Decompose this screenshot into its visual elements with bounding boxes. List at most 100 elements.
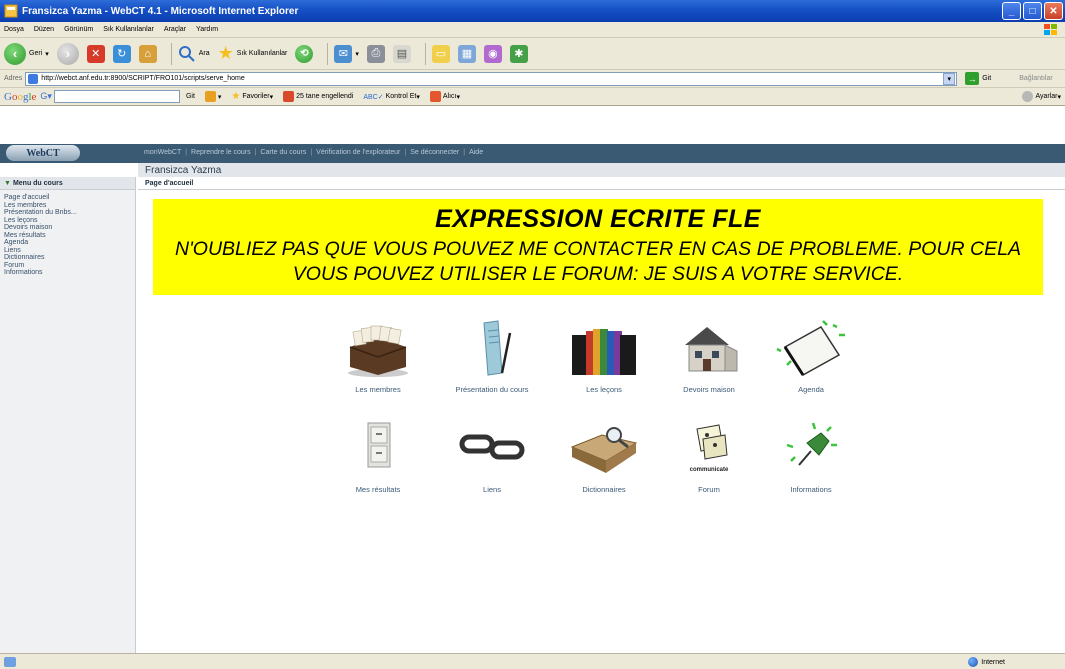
course-menu-heading[interactable]: ▼ Menu du cours: [0, 177, 135, 190]
go-button[interactable]: → Git: [965, 72, 991, 85]
sidebar-item-home[interactable]: Page d'accueil: [0, 194, 135, 202]
sidebar-item-forum[interactable]: Forum: [0, 262, 135, 270]
tool-links[interactable]: Liens: [432, 417, 552, 494]
google-go-label: Git: [185, 93, 195, 100]
folder-button[interactable]: ▭: [431, 44, 450, 63]
stop-icon: ✕: [86, 44, 105, 63]
refresh-icon: ↻: [112, 44, 131, 63]
google-search-input[interactable]: [53, 90, 180, 103]
menu-edit[interactable]: Düzen: [34, 26, 54, 33]
sidebar-item-results[interactable]: Mes résultats: [0, 232, 135, 240]
tool-dictionaries[interactable]: Dictionnaires: [544, 417, 664, 494]
nav-monwebct[interactable]: monWebCT: [144, 149, 181, 156]
tool-dictionaries-label: Dictionnaires: [582, 485, 626, 494]
navigation-toolbar: ‹ Geri ▾ › ✕ ↻ ⌂ Ara ★ Sık Kullanılanlar…: [0, 38, 1065, 70]
favorites-button[interactable]: ★ Sık Kullanılanlar: [218, 43, 288, 64]
webct-logo[interactable]: WebCT: [6, 145, 80, 161]
nav-logout[interactable]: Se déconnecter: [410, 149, 459, 156]
nav-course-map[interactable]: Carte du cours: [260, 149, 306, 156]
tool-lessons-label: Les leçons: [586, 385, 622, 394]
address-url: http://webct.anf.edu.tr:8900/SCRIPT/FRO1…: [41, 75, 245, 82]
nav-browser-check[interactable]: Vérification de l'explorateur: [316, 149, 400, 156]
maximize-button[interactable]: □: [1023, 2, 1042, 20]
nav-help[interactable]: Aide: [469, 149, 483, 156]
banner-message-line-1: N'OUBLIEZ PAS QUE VOUS POUVEZ ME CONTACT…: [175, 238, 1021, 260]
sidebar-item-members[interactable]: Les membres: [0, 202, 135, 210]
nav-resume-course[interactable]: Reprendre le cours: [191, 149, 251, 156]
globe-icon: [968, 657, 979, 667]
google-favorites-button[interactable]: ★ Favoriler ▾: [231, 91, 273, 102]
communicate-caption: communicate: [690, 467, 729, 473]
menu-view[interactable]: Görünüm: [64, 26, 93, 33]
mail-button[interactable]: ✉ ▾: [334, 44, 359, 63]
sidebar-item-presentation[interactable]: Présentation du Bnbs...: [0, 209, 135, 217]
menu-favorites[interactable]: Sık Kullanılanlar: [103, 26, 154, 33]
banner-title: EXPRESSION ECRITE FLE: [435, 205, 761, 233]
menu-help[interactable]: Yardım: [196, 26, 218, 33]
sidebar-item-agenda[interactable]: Agenda: [0, 239, 135, 247]
send-icon: [429, 91, 441, 102]
collapse-triangle-icon[interactable]: ▼: [4, 180, 11, 187]
spellcheck-label: Kontrol Et: [385, 93, 417, 100]
tool-lessons[interactable]: Les leçons: [544, 317, 664, 394]
file-cabinet-icon: [367, 422, 391, 468]
tool-members[interactable]: Les membres: [318, 317, 438, 394]
sidebar-item-links[interactable]: Liens: [0, 247, 135, 255]
binders-icon: [572, 329, 636, 375]
google-menu-icon[interactable]: G▾: [40, 91, 52, 102]
nav-separator: |: [463, 149, 466, 156]
google-go-button[interactable]: Git: [186, 93, 195, 100]
nav-separator: |: [254, 149, 257, 156]
links-label[interactable]: Bağlantılar: [1019, 75, 1052, 82]
history-icon: ⟲: [295, 44, 314, 63]
tool-results-label: Mes résultats: [355, 485, 401, 494]
refresh-button[interactable]: ↻: [112, 44, 131, 63]
sidebar-item-lessons[interactable]: Les leçons: [0, 217, 135, 225]
print-button[interactable]: ⎙: [366, 44, 385, 63]
tool-information[interactable]: Informations: [751, 417, 871, 494]
back-dropdown-icon[interactable]: ▾: [45, 50, 49, 58]
history-button[interactable]: ⟲: [295, 44, 314, 63]
page-content: WebCT monWebCT | Reprendre le cours | Cart…: [0, 106, 1065, 653]
window-title: Fransizca Yazma - WebCT 4.1 - Microsoft …: [22, 5, 299, 17]
star-icon: ★: [217, 43, 234, 63]
google-settings-button[interactable]: Ayarlar ▾: [1022, 91, 1061, 102]
address-input[interactable]: http://webct.anf.edu.tr:8900/SCRIPT/FRO1…: [25, 71, 958, 86]
sidebar-item-homework[interactable]: Devoirs maison: [0, 224, 135, 232]
menu-tools[interactable]: Araçlar: [164, 26, 186, 33]
tool-course-presentation[interactable]: Présentation du cours: [432, 317, 552, 394]
page-status-icon: [4, 656, 16, 667]
google-logo: Google: [4, 90, 37, 103]
forward-button[interactable]: ›: [56, 42, 79, 65]
tool-links-label: Liens: [483, 485, 501, 494]
popup-blocker-button[interactable]: 25 tane engellendi: [283, 91, 353, 102]
tool-results[interactable]: Mes résultats: [318, 417, 438, 494]
send-to-button[interactable]: Alıcı ▾: [429, 91, 460, 102]
close-button[interactable]: ✕: [1044, 2, 1063, 20]
back-button[interactable]: ‹ Geri ▾: [4, 42, 49, 65]
menu-file[interactable]: Dosya: [4, 26, 24, 33]
messenger-button[interactable]: ◉: [483, 44, 502, 63]
toolbar-separator: [170, 42, 172, 65]
webct-nav: monWebCT | Reprendre le cours | Carte du c…: [144, 149, 487, 156]
nav-separator: |: [310, 149, 313, 156]
contacts-button[interactable]: ✱: [509, 44, 528, 63]
research-button[interactable]: ▦: [457, 44, 476, 63]
toolbar-separator: [424, 42, 426, 65]
minimize-button[interactable]: _: [1002, 2, 1021, 20]
mail-icon: ✉: [334, 44, 353, 63]
spellcheck-button[interactable]: ABC✓ Kontrol Et ▾: [363, 93, 420, 101]
google-news-button[interactable]: ▾: [204, 91, 221, 102]
webct-logo-text: WebCT: [26, 147, 60, 159]
stop-button[interactable]: ✕: [86, 44, 105, 63]
sidebar-item-information[interactable]: Informations: [0, 269, 135, 277]
sidebar-item-dictionaries[interactable]: Dictionnaires: [0, 254, 135, 262]
edit-button[interactable]: ▤: [392, 44, 411, 63]
folder-icon: ▭: [431, 44, 450, 63]
search-button[interactable]: Ara: [178, 45, 210, 63]
search-icon: [178, 45, 195, 62]
google-toolbar: Google G▾ Git ▾ ★ Favoriler ▾ 25 tane eng…: [0, 88, 1065, 106]
tool-agenda[interactable]: Agenda: [751, 317, 871, 394]
address-dropdown-icon[interactable]: ▾: [943, 72, 956, 85]
home-button[interactable]: ⌂: [138, 44, 157, 63]
